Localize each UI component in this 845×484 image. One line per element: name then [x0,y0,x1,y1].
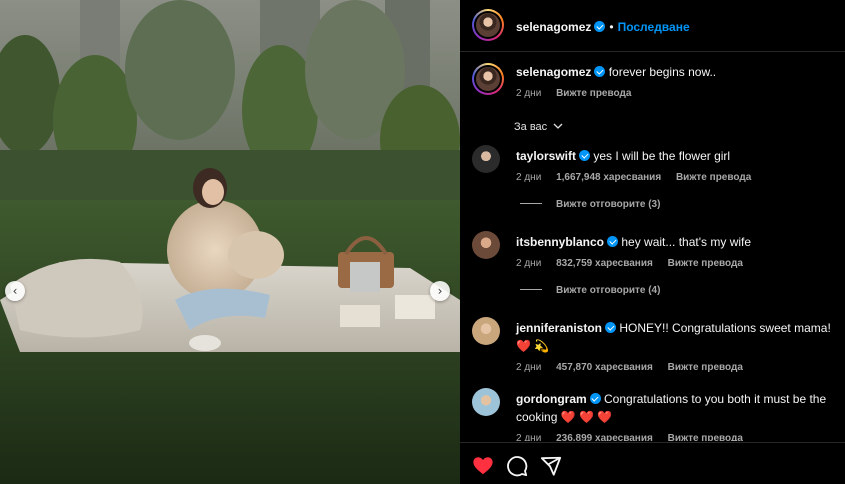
verified-icon [594,21,606,32]
commenter-username[interactable]: itsbennyblanco [516,235,604,249]
commenter-username[interactable]: taylorswift [516,149,576,163]
comment-text: hey wait... that's my wife [621,235,752,249]
view-replies-link[interactable]: Вижте отговорите (4) [520,285,660,296]
separator-dot: • [609,20,614,34]
comment-filter-label: За вас [514,121,548,133]
comment-age: 2 дни [516,172,542,183]
share-icon[interactable] [540,455,562,477]
verified-icon [579,150,591,161]
comment-item: jenniferaniston HONEY!! Congratulations … [472,317,838,381]
commenter-username[interactable]: jenniferaniston [516,321,602,335]
follow-button[interactable]: Последване [618,20,690,34]
verified-icon [605,322,617,333]
comment-translate-link[interactable]: Вижте превода [668,362,743,373]
verified-icon [607,236,619,247]
commenter-username[interactable]: gordongram [516,392,587,406]
comment-icon[interactable] [506,455,528,477]
commenter-avatar[interactable] [472,231,500,259]
post-side-panel: selenagomez • Последване selenagomez forev… [460,0,845,484]
commenter-avatar[interactable] [472,317,500,345]
commenter-avatar[interactable] [472,388,500,416]
comment-translate-link[interactable]: Вижте превода [668,433,743,441]
post-caption: selenagomez forever begins now.. 2 дни В… [472,63,838,113]
verified-icon [594,66,606,77]
comment-likes[interactable]: 1,667,948 харесвания [556,172,661,183]
chevron-down-icon [553,123,563,129]
next-photo-button[interactable]: › [430,281,450,301]
post-actions-bar [460,442,845,484]
comments-list[interactable]: selenagomez forever begins now.. 2 дни В… [460,53,845,441]
caption-username[interactable]: selenagomez [516,65,591,79]
comment-filter-dropdown[interactable]: За вас [514,121,563,133]
post-header: selenagomez • Последване [460,0,845,52]
comment-age: 2 дни [516,362,542,373]
view-replies-link[interactable]: Вижте отговорите (3) [520,199,660,210]
previous-photo-button[interactable]: ‹ [5,281,25,301]
comment-likes[interactable]: 457,870 харесвания [556,362,653,373]
caption-age: 2 дни [516,88,542,99]
author-username[interactable]: selenagomez [516,20,591,34]
heart-icon[interactable] [472,455,494,477]
comment-likes[interactable]: 832,759 харесвания [556,258,653,269]
comment-item: taylorswift yes I will be the flower gir… [472,145,838,225]
caption-translate-link[interactable]: Вижте превода [556,88,631,99]
comment-item: gordongram Congratulations to you both i… [472,388,838,441]
comment-likes[interactable]: 236,899 харесвания [556,433,653,441]
comment-text: yes I will be the flower girl [593,149,731,163]
caption-avatar[interactable] [472,63,504,95]
comment-translate-link[interactable]: Вижте превода [676,172,751,183]
caption-text: forever begins now.. [608,65,717,79]
post-media[interactable]: ‹ › [0,0,460,484]
comment-age: 2 дни [516,258,542,269]
comment-item: itsbennyblanco hey wait... that's my wif… [472,231,838,311]
author-avatar[interactable] [472,9,504,41]
post-photo [0,0,460,484]
verified-icon [589,393,601,404]
comment-age: 2 дни [516,433,542,441]
commenter-avatar[interactable] [472,145,500,173]
comment-translate-link[interactable]: Вижте превода [668,258,743,269]
